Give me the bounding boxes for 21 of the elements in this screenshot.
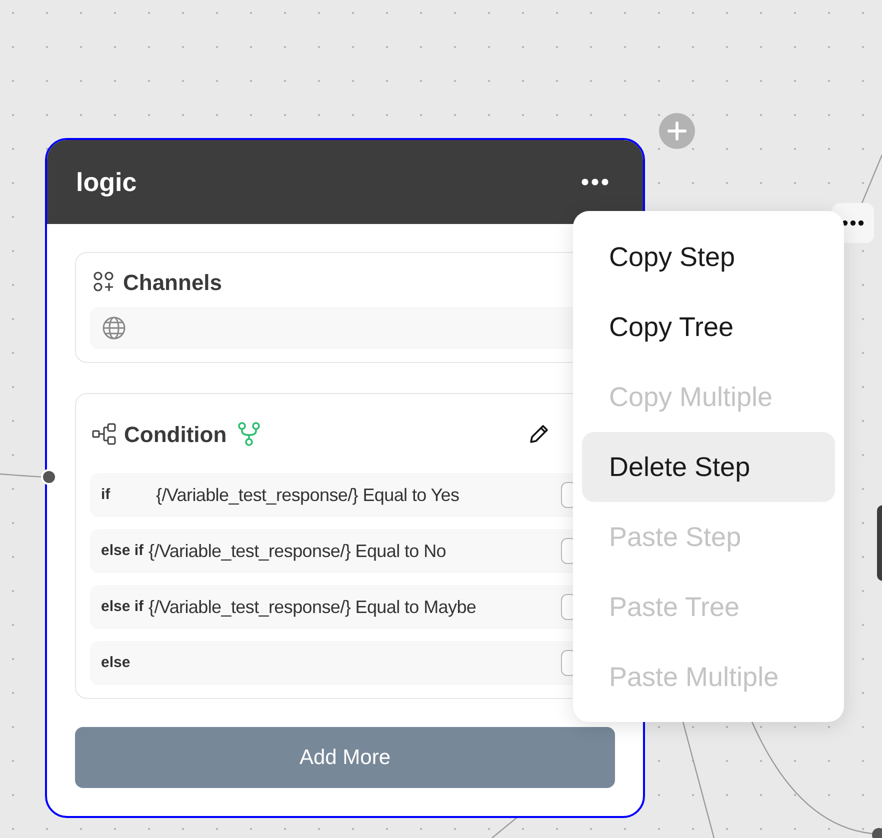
split-icon (236, 422, 261, 446)
node-title: logic (76, 166, 137, 198)
shapes-icon (93, 271, 115, 293)
connector-line (861, 154, 882, 204)
condition-expression: {/Variable_test_response/} Equal to No (148, 540, 446, 563)
condition-expression: {/Variable_test_response/} Equal to Maybe (148, 596, 476, 619)
section-title: Channels (123, 268, 222, 296)
condition-keyword: else (101, 652, 132, 673)
plus-icon (667, 121, 687, 141)
menu-item[interactable]: Delete Step (582, 432, 835, 502)
branch-icon (92, 423, 116, 445)
condition-keyword: else if (101, 596, 144, 617)
add-more-button[interactable]: Add More (75, 727, 615, 788)
more-icon[interactable] (581, 178, 609, 186)
edit-icon[interactable] (528, 423, 550, 445)
globe-icon (102, 316, 126, 340)
more-icon (842, 220, 864, 226)
condition-keyword: else if (101, 540, 144, 561)
condition-keyword: if (101, 484, 112, 505)
condition-expression: {/Variable_test_response/} Equal to Yes (156, 484, 460, 507)
section-title: Condition (124, 420, 227, 448)
